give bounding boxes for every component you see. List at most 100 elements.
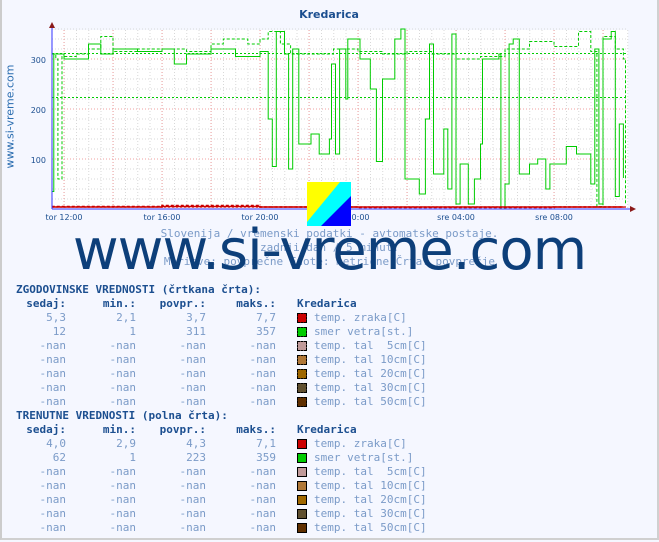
table-row: 5,3 2,1 3,7 7,7 temp. zraka[C] [16, 311, 427, 325]
cell-value: 357 [256, 325, 276, 338]
y-tick-label: 200 [31, 106, 46, 115]
cell-value: -nan [39, 493, 67, 506]
current-table: TRENUTNE VREDNOSTI (polna črta): sedaj: mi… [16, 409, 427, 535]
cell-value: 1 [129, 325, 136, 338]
legend-swatch-icon [297, 369, 307, 379]
legend-swatch-icon [297, 509, 307, 519]
table-row: 62 1 223 359 smer vetra[st.] [16, 451, 427, 465]
cell-value: -nan [249, 339, 277, 352]
table-row: -nan -nan -nan -nan temp. tal 20cm[C] [16, 493, 427, 507]
cell-value: 1 [129, 451, 136, 464]
cell-value: -nan [179, 367, 207, 380]
cell-value: -nan [179, 465, 207, 478]
cell-value: 5,3 [46, 311, 66, 324]
cell-value: -nan [249, 367, 277, 380]
cell-value: 2,1 [116, 311, 136, 324]
y-tick-label: 100 [31, 156, 46, 165]
cell-value: -nan [249, 353, 277, 366]
legend-label: temp. zraka[C] [314, 311, 407, 324]
table-row: -nan -nan -nan -nan temp. tal 10cm[C] [16, 479, 427, 493]
cell-value: -nan [179, 507, 207, 520]
column-header: maks.: [236, 297, 276, 310]
legend-label: temp. tal 50cm[C] [314, 395, 427, 408]
legend-swatch-icon [297, 341, 307, 351]
table-row: -nan -nan -nan -nan temp. tal 5cm[C] [16, 339, 427, 353]
cell-value: -nan [179, 479, 207, 492]
cell-value: -nan [109, 479, 137, 492]
y-axis-arrow-icon [49, 22, 55, 28]
column-header: maks.: [236, 423, 276, 436]
table-row: -nan -nan -nan -nan temp. tal 5cm[C] [16, 465, 427, 479]
historical-table: ZGODOVINSKE VREDNOSTI (črtkana črta): sed… [16, 283, 427, 409]
cell-value: -nan [249, 381, 277, 394]
station-header: Kredarica [297, 423, 357, 436]
legend-swatch-icon [297, 439, 307, 449]
cell-value: 4,3 [186, 437, 206, 450]
cell-value: -nan [249, 521, 277, 534]
legend-swatch-icon [297, 467, 307, 477]
cell-value: 359 [256, 451, 276, 464]
cell-value: -nan [179, 381, 207, 394]
legend-swatch-icon [297, 383, 307, 393]
legend-label: temp. tal 5cm[C] [314, 465, 427, 478]
table-row: -nan -nan -nan -nan temp. tal 30cm[C] [16, 381, 427, 395]
legend-label: temp. tal 20cm[C] [314, 493, 427, 506]
cell-value: -nan [39, 395, 67, 408]
cell-value: 7,7 [256, 311, 276, 324]
cell-value: -nan [179, 493, 207, 506]
legend-swatch-icon [297, 355, 307, 365]
legend-label: temp. tal 10cm[C] [314, 479, 427, 492]
y-tick-label: 300 [31, 56, 46, 65]
legend-swatch-icon [297, 327, 307, 337]
legend-swatch-icon [297, 313, 307, 323]
cell-value: -nan [39, 521, 67, 534]
legend-label: temp. tal 10cm[C] [314, 353, 427, 366]
cell-value: -nan [39, 367, 67, 380]
cell-value: -nan [39, 465, 67, 478]
column-header: sedaj: [26, 297, 66, 310]
cell-value: -nan [39, 353, 67, 366]
cell-value: -nan [179, 521, 207, 534]
cell-value: 62 [52, 451, 66, 464]
legend-label: temp. tal 50cm[C] [314, 521, 427, 534]
cell-value: -nan [109, 521, 137, 534]
station-header: Kredarica [297, 297, 357, 310]
table-row: -nan -nan -nan -nan temp. tal 50cm[C] [16, 395, 427, 409]
legend-label: temp. tal 30cm[C] [314, 507, 427, 520]
table-title: TRENUTNE VREDNOSTI (polna črta): [16, 409, 228, 422]
cell-value: -nan [109, 367, 137, 380]
legend-swatch-icon [297, 453, 307, 463]
table-row: 4,0 2,9 4,3 7,1 temp. zraka[C] [16, 437, 427, 451]
legend-label: temp. zraka[C] [314, 437, 407, 450]
cell-value: -nan [109, 493, 137, 506]
table-row: -nan -nan -nan -nan temp. tal 20cm[C] [16, 367, 427, 381]
x-axis-arrow-icon [630, 206, 636, 212]
column-header: sedaj: [26, 423, 66, 436]
cell-value: -nan [39, 339, 67, 352]
cell-value: -nan [249, 493, 277, 506]
chart-title: Kredarica [299, 8, 359, 21]
cell-value: -nan [109, 507, 137, 520]
cell-value: 4,0 [46, 437, 66, 450]
legend-label: smer vetra[st.] [314, 325, 414, 338]
side-label: www.si-vreme.com [3, 64, 17, 169]
cell-value: -nan [249, 395, 277, 408]
legend-swatch-icon [297, 481, 307, 491]
legend-label: smer vetra[st.] [314, 451, 414, 464]
cell-value: 311 [186, 325, 206, 338]
cell-value: 223 [186, 451, 206, 464]
cell-value: -nan [109, 353, 137, 366]
watermark: www.si-vreme.com [72, 218, 587, 283]
cell-value: -nan [249, 479, 277, 492]
column-header: povpr.: [159, 423, 206, 436]
cell-value: -nan [179, 353, 207, 366]
table-row: -nan -nan -nan -nan temp. tal 30cm[C] [16, 507, 427, 521]
cell-value: -nan [39, 507, 67, 520]
column-header: povpr.: [159, 297, 206, 310]
cell-value: 3,7 [186, 311, 206, 324]
table-title: ZGODOVINSKE VREDNOSTI (črtkana črta): [16, 283, 262, 296]
table-row: -nan -nan -nan -nan temp. tal 50cm[C] [16, 521, 427, 535]
cell-value: -nan [109, 339, 137, 352]
table-row: 12 1 311 357 smer vetra[st.] [16, 325, 427, 339]
cell-value: -nan [109, 465, 137, 478]
